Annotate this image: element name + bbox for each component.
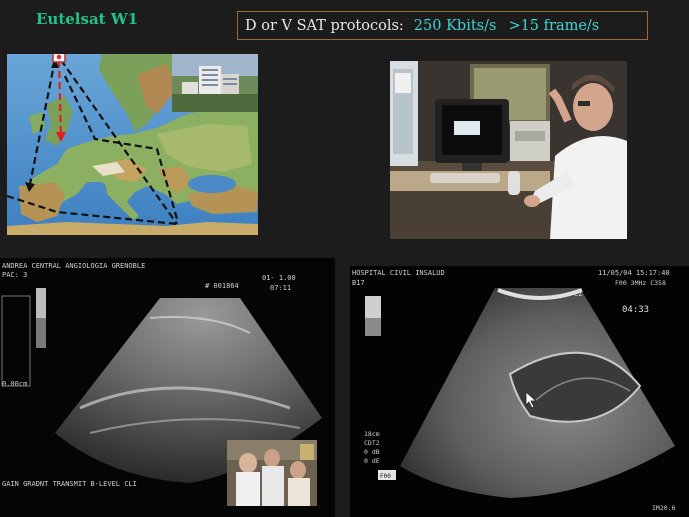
satellite-icon — [52, 54, 66, 63]
hospital-photo-inset — [172, 54, 258, 112]
scan-patient-text: PAC: 3 — [2, 271, 27, 279]
scan-clock: 04:33 — [622, 305, 649, 315]
scan-datetime: 11/05/04 15:17:40 — [598, 269, 670, 277]
bottom-right-code: IM20.6 — [652, 504, 676, 512]
time-readout: 07:11 — [270, 284, 291, 292]
satellite-title: Eutelsat W1 — [36, 10, 139, 28]
scan-header-text: ANDREA CENTRAL ANGIOLOGIA GRENOBLE — [2, 262, 145, 270]
keyboard — [430, 173, 500, 183]
europe-map — [7, 54, 258, 235]
control-bar-text: GAIN GRADNT TRANSMIT B-LEVEL CLI — [2, 480, 137, 488]
ultrasound-right: HOSPITAL CIVIL INSALUD B17 11/05/04 15:1… — [350, 266, 689, 517]
side-values: 18cm CDT2 0 dB 0 dE — [364, 430, 380, 465]
team-video-inset — [227, 440, 317, 506]
frame-number: # 001864 — [205, 282, 239, 290]
hospital-name: HOSPITAL CIVIL INSALUD — [352, 269, 445, 277]
probe-id: B17 — [352, 279, 365, 287]
protocol-label: D or V SAT protocols: — [245, 17, 404, 34]
protocol-rate: 250 Kbits/s — [413, 17, 497, 34]
depth-label: 0.00cm — [2, 380, 27, 388]
cz-marker: CZ — [574, 290, 582, 298]
black-sea — [188, 175, 236, 193]
zoom-readout: 01- 1.00 — [262, 274, 296, 282]
scan-tag-text: F00 — [380, 473, 391, 480]
scan-params: F00 3MHz C358 — [615, 279, 666, 287]
protocol-banner: D or V SAT protocols: 250 Kbits/s >15 fr… — [237, 11, 648, 40]
ultrasound-left: ANDREA CENTRAL ANGIOLOGIA GRENOBLE PAC: … — [0, 258, 335, 517]
protocol-fps: >15 frame/s — [508, 17, 600, 34]
doctor-workstation-photo — [390, 61, 627, 239]
